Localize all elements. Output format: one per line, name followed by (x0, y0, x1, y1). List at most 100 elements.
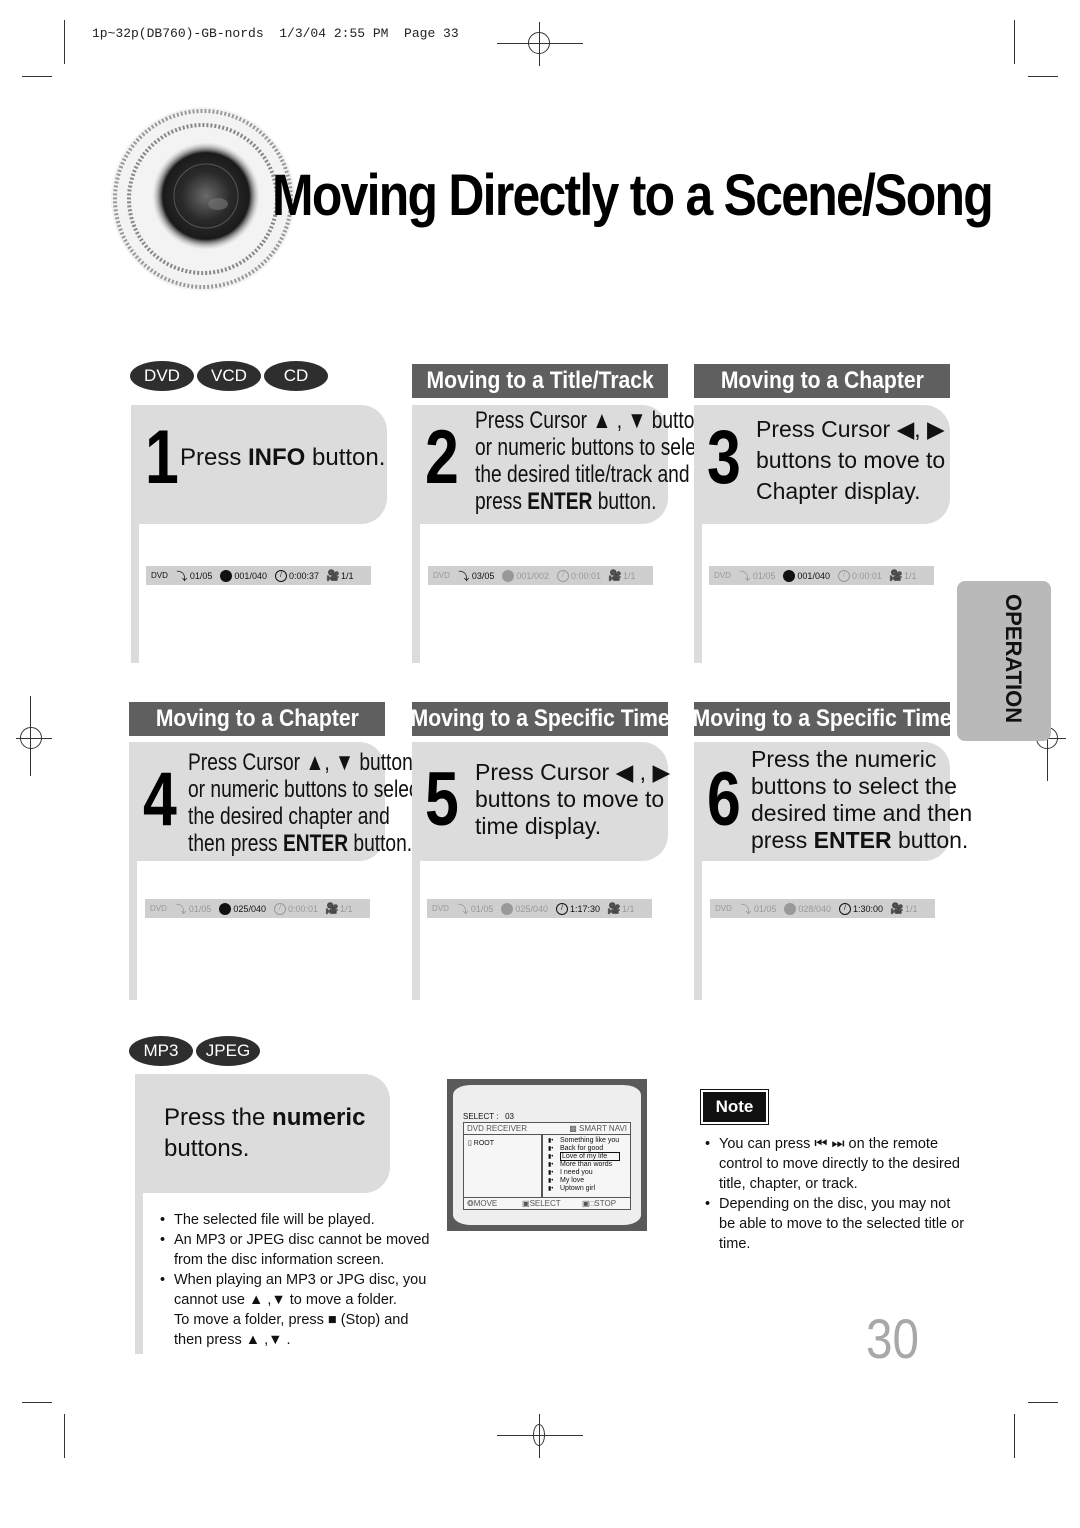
osd-value: 0:00:01 (570, 570, 601, 581)
panel-divider (541, 1135, 543, 1197)
folder-label: ROOT (473, 1140, 495, 1147)
section-header-label: Moving to a Chapter (720, 367, 924, 394)
step-text-line: Chapter display. (756, 478, 921, 504)
track-item-selected[interactable]: ▮• Love of my life (548, 1152, 630, 1161)
bullet-line: be able to move to the selected title or (719, 1216, 965, 1232)
osd-value: 0:00:01 (287, 903, 318, 914)
folder-root[interactable]: ▯ ROOT (468, 1139, 494, 1147)
crop-mark (1014, 20, 1015, 64)
track-list: ▮• Something like you ▮• Back for good ▮• Lov… (548, 1137, 630, 1193)
camera-angle-icon: 🎥 (326, 570, 340, 582)
bullet-item: Depending on the disc, you may not be abl… (705, 1194, 964, 1254)
crop-mark (22, 1402, 52, 1403)
osd-value: 1/1 (622, 903, 635, 914)
osd-disc: DVD (433, 571, 450, 580)
section-header-title-track: Moving to a Title/Track (412, 364, 668, 398)
step-text-line: Press Cursor ▲, ▼ buttons (188, 749, 423, 776)
osd-value: 01/05 (470, 903, 494, 914)
osd-info-bar: DVD ⤵ 01/05 001/040/0:00:37 🎥 1/1 (146, 566, 371, 585)
crop-mark (22, 76, 52, 77)
osd-chapter: 025/040 (501, 902, 548, 915)
mp3-step-text: Press the numeric buttons. (164, 1102, 365, 1164)
section-header-chapter: Moving to a Chapter (129, 702, 385, 736)
section-header-label: Moving to a Specific Time (692, 705, 952, 732)
step-text-line: desired time and then (751, 800, 973, 826)
osd-value: 001/002 (516, 570, 549, 581)
track-item[interactable]: ▮• I need you (548, 1169, 630, 1177)
step-number: 6 (707, 757, 741, 842)
clock-icon: / (838, 902, 851, 915)
title-icon: ⤵ (740, 903, 752, 916)
track-label: Back for good (560, 1145, 604, 1152)
title-icon: ⤵ (458, 570, 470, 583)
chapter-icon (501, 902, 514, 915)
music-file-icon: ▮• (548, 1146, 554, 1152)
osd-value: DVD (433, 571, 450, 580)
osd-value: 025/040 (515, 903, 548, 914)
step-3-tail (694, 520, 702, 663)
osd-value: 025/040 (233, 903, 266, 914)
step-text-line: time display. (475, 813, 602, 839)
section-header-specific-time: Moving to a Specific Time (411, 702, 669, 736)
osd-value: 028/040 (798, 903, 831, 914)
osd-value: DVD (151, 571, 168, 580)
step-5-text: Press Cursor ◀ , ▶ buttons to move to ti… (475, 759, 670, 840)
step-text-part: button. (305, 444, 386, 471)
osd-time: /0:00:01 (837, 569, 882, 582)
osd-value: DVD (150, 904, 167, 913)
osd-info-bar: DVD ⤵ 01/05 001/040/0:00:01 🎥 1/1 (709, 566, 934, 585)
osd-time: /0:00:01 (273, 902, 318, 915)
enter-button-label: ENTER (813, 827, 892, 853)
track-item[interactable]: ▮• More than words (548, 1161, 630, 1169)
osd-chapter: 025/040 (219, 902, 266, 915)
bullet-item: You can press ⏮ ⏭ on the remote control t… (705, 1134, 964, 1194)
step-text-line: then press ENTER button. (188, 830, 424, 857)
osd-disc: DVD (151, 571, 168, 580)
osd-info-bar: DVD ⤵ 01/05 025/040/0:00:01 🎥 1/1 (145, 899, 370, 918)
disc-type-badge: VCD (197, 361, 261, 391)
music-file-icon: ▮• (548, 1170, 554, 1176)
clock-icon: / (556, 569, 569, 582)
track-item[interactable]: ▮• Something like you (548, 1137, 630, 1145)
footer-divider (464, 1197, 630, 1198)
enter-button-label: ENTER (282, 830, 349, 857)
screen-display: SELECT : 03 DVD RECEIVER ▩ SMART NAVI ▯ … (453, 1085, 641, 1225)
select-value: 03 (505, 1112, 514, 1121)
step-text-line: buttons. (164, 1135, 250, 1162)
osd-info-bar: DVD ⤵ 01/05 025/040/1:17:30 🎥 1/1 (427, 899, 652, 918)
enter-button-label: ENTER (527, 488, 593, 515)
bullet-line: To move a folder, press ■ (Stop) and (174, 1312, 409, 1328)
page-title: Moving Directly to a Scene/Song (272, 163, 994, 228)
osd-value: 1/1 (341, 570, 354, 581)
camera-angle-icon: 🎥 (607, 903, 621, 915)
osd-angle: 🎥 1/1 (607, 903, 635, 915)
title-icon: ⤵ (175, 903, 187, 916)
track-item[interactable]: ▮• Uptown girl (548, 1185, 630, 1193)
chapter-icon (784, 902, 797, 915)
crop-mark (64, 20, 65, 64)
step-number: 4 (143, 757, 177, 842)
music-file-icon: ▮• (548, 1138, 554, 1144)
osd-disc: DVD (432, 904, 449, 913)
disc-type-badge: DVD (130, 361, 194, 391)
step-text-line: buttons to move to (475, 786, 665, 812)
bullet-line: An MP3 or JPEG disc cannot be moved (174, 1232, 430, 1248)
stop-icon: ▣□ (582, 1199, 595, 1208)
track-item[interactable]: ▮• My love (548, 1177, 630, 1185)
music-file-icon: ▮• (548, 1162, 554, 1168)
move-icon: ❂ (467, 1199, 474, 1208)
disc-type-badge: CD (264, 361, 328, 391)
step-text-part: then press (188, 830, 283, 857)
osd-value: 001/040 (797, 570, 830, 581)
step-text-part: button. (592, 488, 657, 515)
step-number: 5 (425, 757, 459, 842)
step-1-text: Press INFO button. (180, 444, 385, 471)
osd-value: 1/1 (904, 570, 917, 581)
osd-value: 03/05 (471, 570, 495, 581)
mp3-navigation-screen: SELECT : 03 DVD RECEIVER ▩ SMART NAVI ▯ … (447, 1079, 647, 1231)
osd-chapter: 028/040 (784, 902, 831, 915)
osd-title: ⤵ 01/05 (175, 903, 211, 916)
osd-chapter: 001/040 (783, 569, 830, 582)
step-text-line: buttons to move to (756, 447, 946, 473)
osd-angle: 🎥 1/1 (325, 903, 352, 915)
